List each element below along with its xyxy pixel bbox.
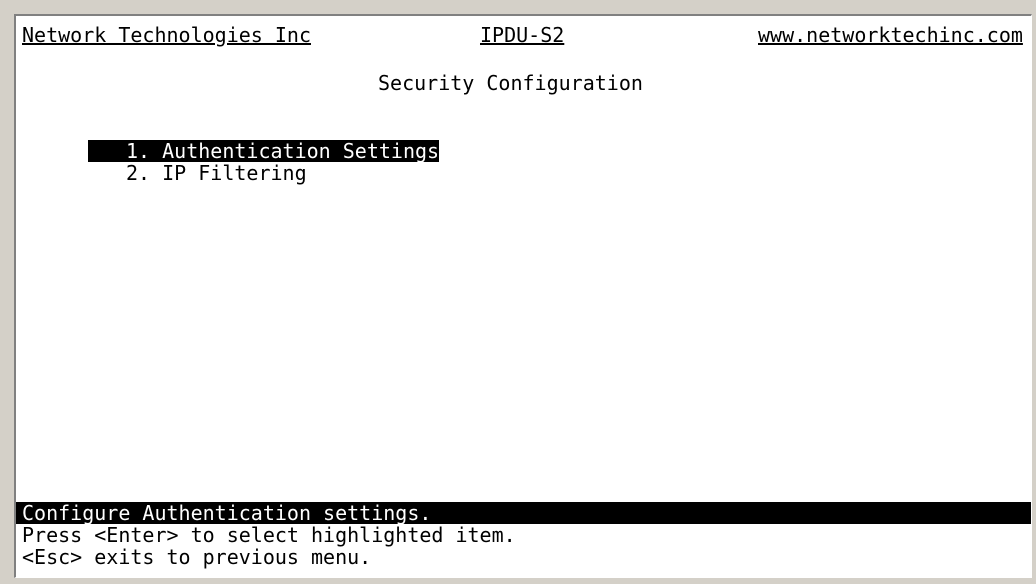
website-link: www.networktechinc.com xyxy=(758,23,1023,47)
hint-enter: Press <Enter> to select highlighted item… xyxy=(22,523,516,547)
page-title: Security Configuration xyxy=(378,71,643,95)
terminal-screen: Network Technologies Inc IPDU-S2 www.net… xyxy=(14,14,1032,578)
product-name: IPDU-S2 xyxy=(480,23,565,47)
menu-item-ip-filtering[interactable]: 2. IP Filtering xyxy=(126,162,307,184)
hint-esc: <Esc> exits to previous menu. xyxy=(22,545,372,569)
menu-item-authentication-settings[interactable]: 1. Authentication Settings xyxy=(88,140,440,162)
company-name: Network Technologies Inc xyxy=(22,23,311,47)
status-bar: Configure Authentication settings. xyxy=(16,502,1031,524)
